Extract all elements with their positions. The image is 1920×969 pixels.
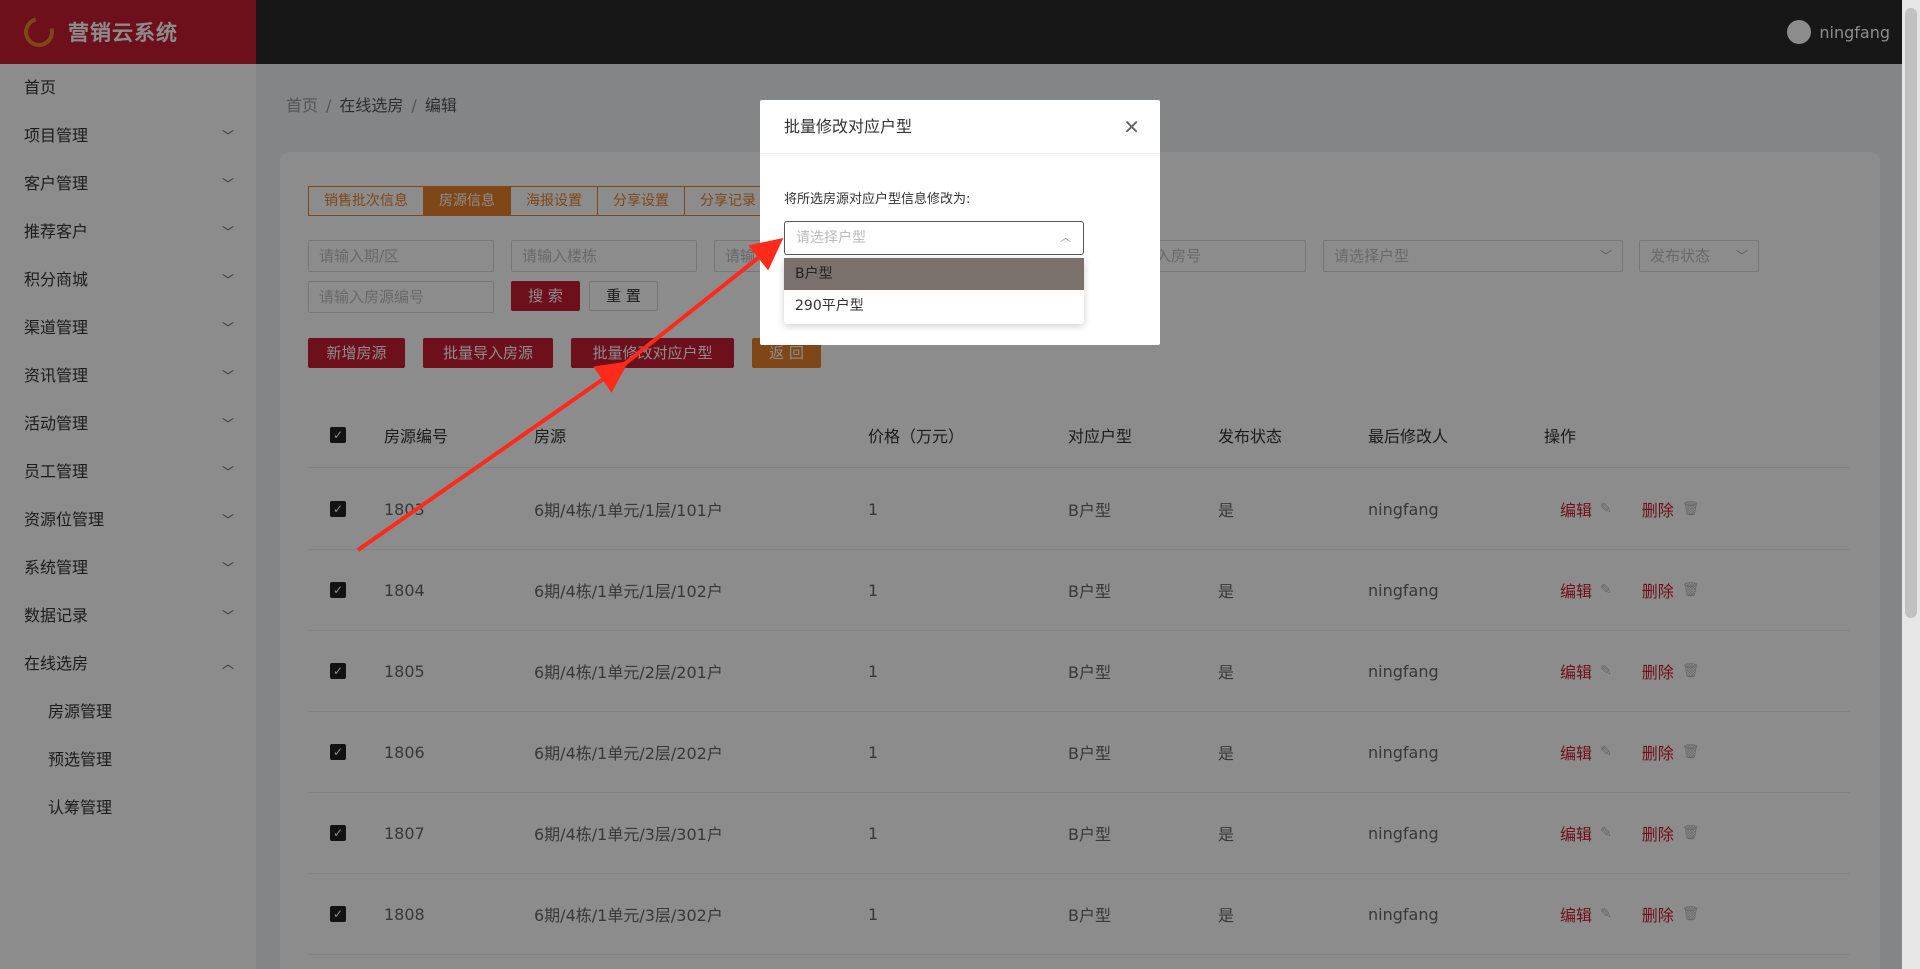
house-type-dropdown[interactable]: 请选择户型 ︿ xyxy=(784,221,1084,255)
scrollbar-thumb[interactable] xyxy=(1905,8,1917,618)
option-b-type[interactable]: B户型 xyxy=(784,258,1084,290)
modal-title: 批量修改对应户型 xyxy=(784,117,913,136)
scrollbar-track[interactable] xyxy=(1902,0,1920,969)
house-type-options: B户型 290平户型 xyxy=(784,258,1084,324)
option-290-type[interactable]: 290平户型 xyxy=(784,290,1084,322)
modal-header: 批量修改对应户型 ✕ xyxy=(760,100,1160,154)
house-type-dropdown-placeholder: 请选择户型 xyxy=(796,230,866,246)
modal-field-label: 将所选房源对应户型信息修改为: xyxy=(784,192,971,207)
chevron-up-icon: ︿ xyxy=(1060,231,1071,244)
close-icon[interactable]: ✕ xyxy=(1123,100,1140,154)
